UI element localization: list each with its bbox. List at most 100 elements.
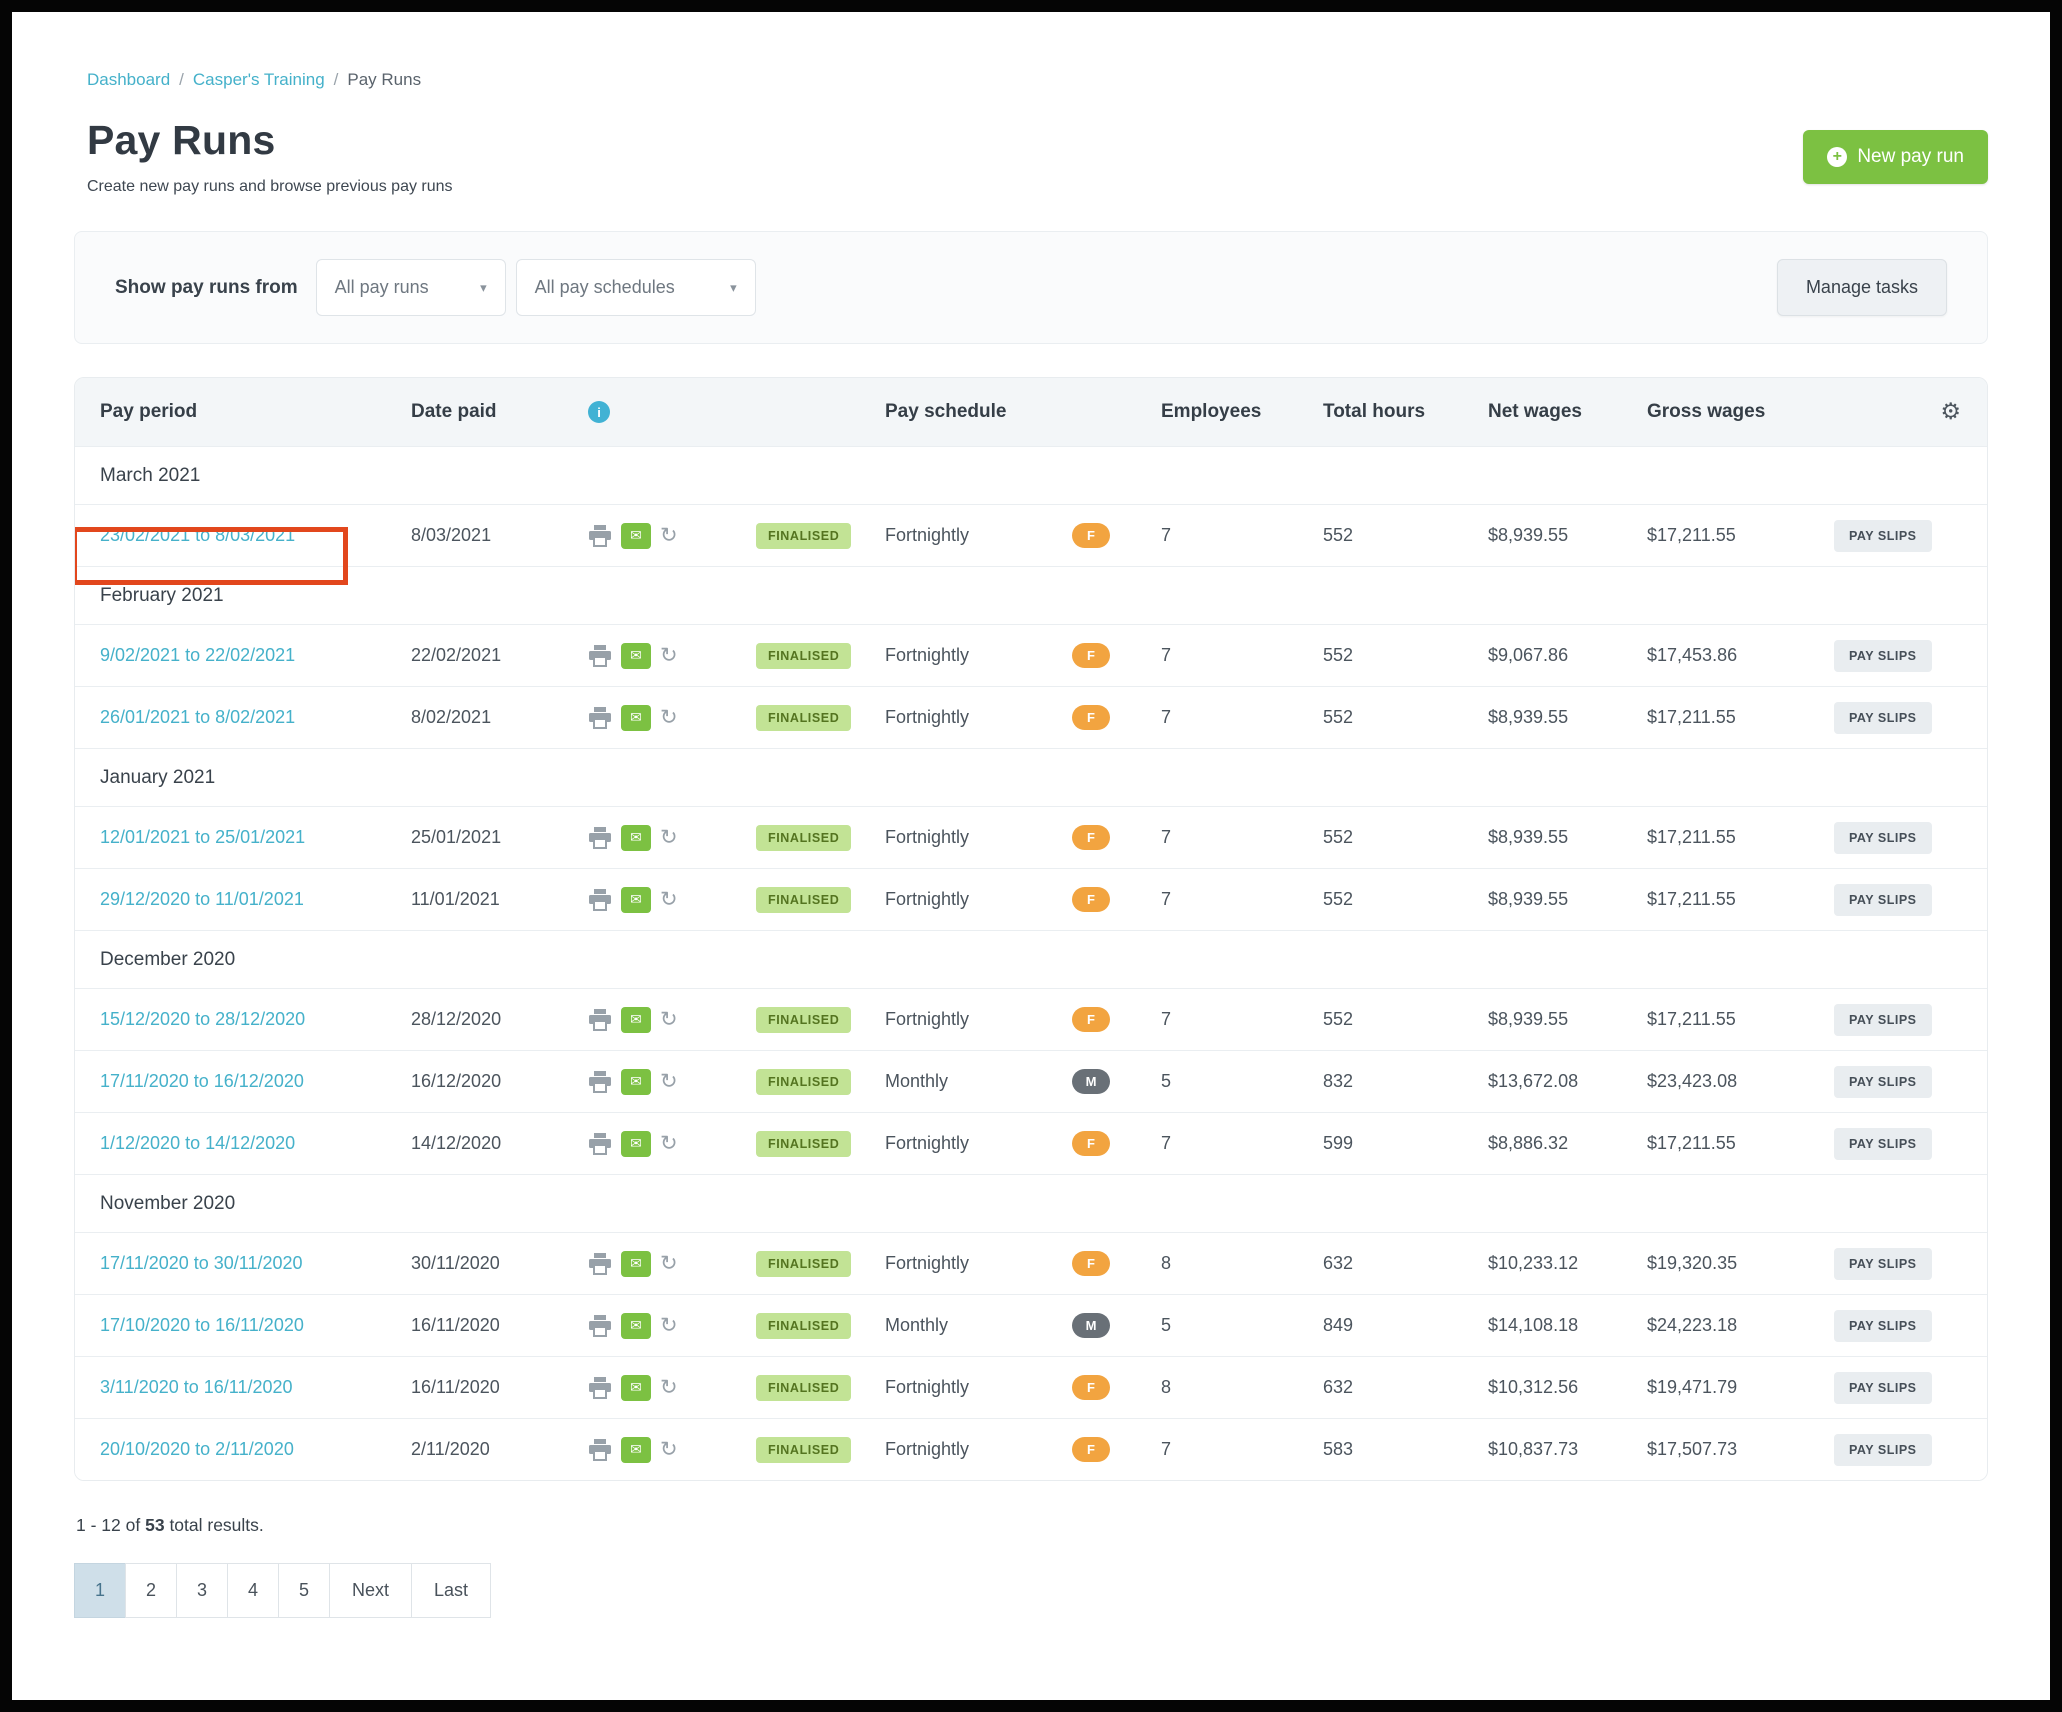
- email-icon[interactable]: ✉: [621, 1437, 651, 1463]
- info-icon[interactable]: i: [588, 401, 610, 423]
- page-header: Pay Runs Create new pay runs and browse …: [74, 117, 1988, 196]
- pay-period-link[interactable]: 15/12/2020 to 28/12/2020: [100, 1009, 305, 1029]
- total-hours-cell: 583: [1323, 1439, 1488, 1460]
- pay-period-link[interactable]: 29/12/2020 to 11/01/2021: [100, 889, 304, 909]
- printer-icon[interactable]: [588, 525, 612, 547]
- pagination-next[interactable]: Next: [329, 1563, 412, 1618]
- pay-period-link[interactable]: 9/02/2021 to 22/02/2021: [100, 645, 295, 665]
- printer-icon[interactable]: [588, 827, 612, 849]
- total-hours-cell: 849: [1323, 1315, 1488, 1336]
- pagination-page-2[interactable]: 2: [125, 1563, 177, 1618]
- status-cell: FINALISED: [756, 1437, 885, 1463]
- email-icon[interactable]: ✉: [621, 643, 651, 669]
- gear-icon[interactable]: ⚙: [1940, 398, 1961, 424]
- recurring-icon[interactable]: ↻: [660, 1071, 678, 1092]
- printer-icon[interactable]: [588, 1071, 612, 1093]
- gross-wages-cell: $17,507.73: [1647, 1439, 1834, 1460]
- employees-cell: 5: [1161, 1071, 1323, 1092]
- pay-period-cell: 3/11/2020 to 16/11/2020: [75, 1377, 411, 1398]
- printer-icon[interactable]: [588, 889, 612, 911]
- manage-tasks-button[interactable]: Manage tasks: [1777, 259, 1947, 316]
- breadcrumb-business[interactable]: Casper's Training: [193, 70, 325, 89]
- recurring-icon[interactable]: ↻: [660, 1009, 678, 1030]
- email-icon[interactable]: ✉: [621, 1375, 651, 1401]
- printer-icon[interactable]: [588, 1253, 612, 1275]
- recurring-icon[interactable]: ↻: [660, 1315, 678, 1336]
- email-icon[interactable]: ✉: [621, 825, 651, 851]
- pay-period-link[interactable]: 1/12/2020 to 14/12/2020: [100, 1133, 295, 1153]
- pay-schedule-cell: Monthly: [885, 1315, 1072, 1336]
- pay-schedule-cell: Fortnightly: [885, 1377, 1072, 1398]
- pay-slips-button[interactable]: PAY SLIPS: [1834, 884, 1932, 916]
- pay-schedule-cell: Fortnightly: [885, 889, 1072, 910]
- pay-slips-button[interactable]: PAY SLIPS: [1834, 1310, 1932, 1342]
- gross-wages-cell: $17,211.55: [1647, 827, 1834, 848]
- email-icon[interactable]: ✉: [621, 1069, 651, 1095]
- pay-period-link[interactable]: 17/10/2020 to 16/11/2020: [100, 1315, 304, 1335]
- schedule-badge: F: [1072, 523, 1110, 548]
- pay-schedules-filter-dropdown[interactable]: All pay schedules ▾: [516, 259, 756, 316]
- recurring-icon[interactable]: ↻: [660, 827, 678, 848]
- pay-period-link[interactable]: 12/01/2021 to 25/01/2021: [100, 827, 305, 847]
- pay-slips-button[interactable]: PAY SLIPS: [1834, 1248, 1932, 1280]
- pagination-last[interactable]: Last: [411, 1563, 491, 1618]
- pay-run-row: 23/02/2021 to 8/03/2021 8/03/2021 ✉ ↻ FI…: [75, 504, 1987, 566]
- recurring-icon[interactable]: ↻: [660, 1377, 678, 1398]
- schedule-badge: F: [1072, 887, 1110, 912]
- pay-slips-button[interactable]: PAY SLIPS: [1834, 1128, 1932, 1160]
- total-hours-cell: 552: [1323, 889, 1488, 910]
- pay-runs-filter-dropdown[interactable]: All pay runs ▾: [316, 259, 506, 316]
- breadcrumb-dashboard[interactable]: Dashboard: [87, 70, 170, 89]
- pay-period-link[interactable]: 17/11/2020 to 30/11/2020: [100, 1253, 303, 1273]
- new-pay-run-button[interactable]: + New pay run: [1803, 130, 1988, 184]
- email-icon[interactable]: ✉: [621, 523, 651, 549]
- pagination-page-3[interactable]: 3: [176, 1563, 228, 1618]
- pay-slips-button[interactable]: PAY SLIPS: [1834, 702, 1932, 734]
- email-icon[interactable]: ✉: [621, 1007, 651, 1033]
- schedule-badge: M: [1072, 1313, 1110, 1338]
- pay-slips-button[interactable]: PAY SLIPS: [1834, 822, 1932, 854]
- pay-slips-button[interactable]: PAY SLIPS: [1834, 1066, 1932, 1098]
- gross-wages-cell: $17,211.55: [1647, 707, 1834, 728]
- pagination-page-1[interactable]: 1: [74, 1563, 126, 1618]
- recurring-icon[interactable]: ↻: [660, 1133, 678, 1154]
- pay-period-link[interactable]: 20/10/2020 to 2/11/2020: [100, 1439, 294, 1459]
- pay-schedules-filter-value: All pay schedules: [535, 277, 675, 298]
- pay-slips-button[interactable]: PAY SLIPS: [1834, 1004, 1932, 1036]
- printer-icon[interactable]: [588, 1315, 612, 1337]
- recurring-icon[interactable]: ↻: [660, 889, 678, 910]
- printer-icon[interactable]: [588, 1439, 612, 1461]
- recurring-icon[interactable]: ↻: [660, 525, 678, 546]
- schedule-badge-cell: F: [1072, 643, 1161, 668]
- pagination-page-5[interactable]: 5: [278, 1563, 330, 1618]
- email-icon[interactable]: ✉: [621, 1313, 651, 1339]
- pay-period-link[interactable]: 3/11/2020 to 16/11/2020: [100, 1377, 293, 1397]
- recurring-icon[interactable]: ↻: [660, 1253, 678, 1274]
- email-icon[interactable]: ✉: [621, 1251, 651, 1277]
- employees-cell: 7: [1161, 1009, 1323, 1030]
- pagination-page-4[interactable]: 4: [227, 1563, 279, 1618]
- email-icon[interactable]: ✉: [621, 1131, 651, 1157]
- date-paid-cell: 8/02/2021: [411, 707, 588, 728]
- pay-run-row: 1/12/2020 to 14/12/2020 14/12/2020 ✉ ↻ F…: [75, 1112, 1987, 1174]
- pay-period-link[interactable]: 26/01/2021 to 8/02/2021: [100, 707, 295, 727]
- printer-icon[interactable]: [588, 645, 612, 667]
- email-icon[interactable]: ✉: [621, 705, 651, 731]
- pay-slips-button[interactable]: PAY SLIPS: [1834, 1434, 1932, 1466]
- pay-slips-button[interactable]: PAY SLIPS: [1834, 520, 1932, 552]
- employees-cell: 7: [1161, 707, 1323, 728]
- pay-slips-button[interactable]: PAY SLIPS: [1834, 640, 1932, 672]
- printer-icon[interactable]: [588, 1377, 612, 1399]
- recurring-icon[interactable]: ↻: [660, 645, 678, 666]
- email-icon[interactable]: ✉: [621, 887, 651, 913]
- printer-icon[interactable]: [588, 1009, 612, 1031]
- schedule-badge-cell: F: [1072, 1375, 1161, 1400]
- recurring-icon[interactable]: ↻: [660, 707, 678, 728]
- pay-period-link[interactable]: 23/02/2021 to 8/03/2021: [100, 525, 295, 545]
- pay-slips-cell: PAY SLIPS: [1834, 1128, 1987, 1160]
- pay-period-link[interactable]: 17/11/2020 to 16/12/2020: [100, 1071, 304, 1091]
- recurring-icon[interactable]: ↻: [660, 1439, 678, 1460]
- printer-icon[interactable]: [588, 1133, 612, 1155]
- pay-slips-button[interactable]: PAY SLIPS: [1834, 1372, 1932, 1404]
- printer-icon[interactable]: [588, 707, 612, 729]
